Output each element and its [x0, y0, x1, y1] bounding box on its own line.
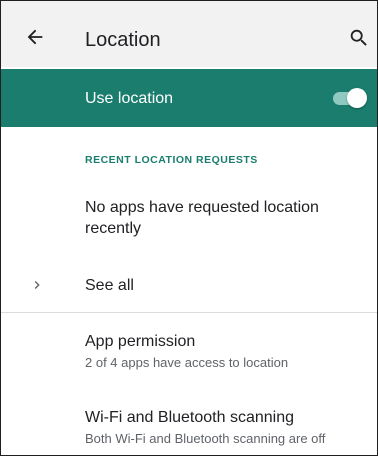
- wifi-bluetooth-scanning-title: Wi‑Fi and Bluetooth scanning: [85, 409, 294, 426]
- see-all-row[interactable]: See all: [1, 265, 377, 305]
- use-location-label: Use location: [85, 90, 174, 107]
- recent-requests-header: RECENT LOCATION REQUESTS: [85, 154, 258, 166]
- app-permission-summary: 2 of 4 apps have access to location: [85, 355, 289, 370]
- no-recent-requests-text: No apps have requested location recently: [85, 199, 319, 237]
- back-button[interactable]: [21, 23, 49, 51]
- use-location-switch[interactable]: [331, 88, 367, 108]
- wifi-bluetooth-scanning-item[interactable]: Wi‑Fi and Bluetooth scanning Both Wi‑Fi …: [1, 408, 377, 455]
- switch-thumb: [347, 88, 367, 108]
- search-button[interactable]: [345, 24, 373, 52]
- app-bar: Location: [1, 1, 377, 67]
- divider: [1, 312, 377, 313]
- use-location-toggle-row[interactable]: Use location: [1, 69, 377, 127]
- app-permission-title: App permission: [85, 333, 196, 350]
- app-permission-item[interactable]: App permission 2 of 4 apps have access t…: [1, 332, 377, 384]
- wifi-bluetooth-scanning-summary: Both Wi‑Fi and Bluetooth scanning are of…: [85, 431, 326, 446]
- see-all-label: See all: [85, 277, 134, 294]
- page-title: Location: [85, 29, 161, 51]
- search-icon: [350, 29, 367, 46]
- arrow-back-icon: [27, 29, 43, 45]
- location-settings-screen: Location Use location RECENT LOCATION RE…: [0, 0, 378, 456]
- chevron-right-icon: [29, 277, 45, 293]
